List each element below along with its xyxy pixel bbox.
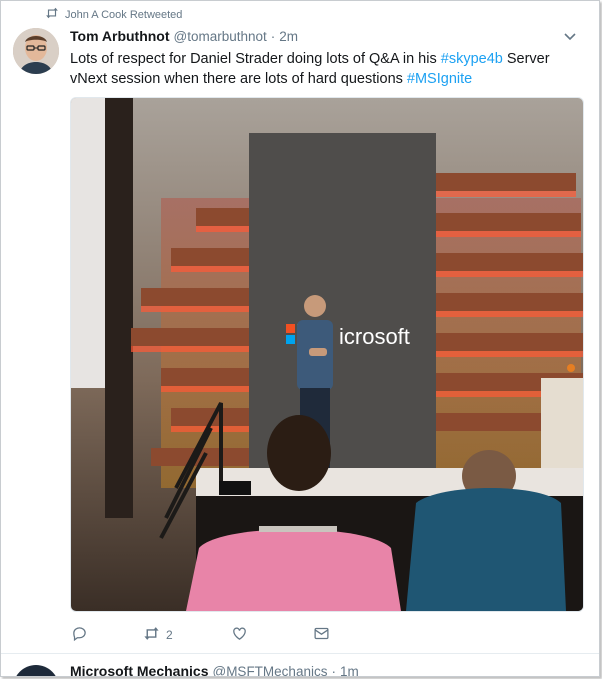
tweet-divider bbox=[1, 653, 599, 654]
envelope-icon[interactable] bbox=[313, 625, 330, 645]
separator: · bbox=[270, 29, 276, 44]
tweet-actions: 2 bbox=[71, 625, 330, 645]
next-tweet-avatar[interactable] bbox=[13, 665, 59, 676]
next-author-handle[interactable]: @MSFTMechanics bbox=[212, 664, 327, 676]
author-handle[interactable]: @tomarbuthnot bbox=[174, 29, 267, 44]
tweet-text-part: Lots of respect for Daniel Strader doing… bbox=[70, 51, 441, 67]
like-action[interactable] bbox=[231, 625, 313, 645]
tweet-timeline: John A Cook Retweeted Tom Arbuthnot @tom… bbox=[0, 0, 600, 677]
tweet-photo[interactable]: icrosoft bbox=[70, 97, 584, 612]
next-timestamp[interactable]: 1m bbox=[340, 664, 359, 676]
next-separator: · bbox=[331, 664, 336, 677]
next-author-name[interactable]: Microsoft Mechanics bbox=[70, 663, 208, 676]
chevron-down-icon[interactable] bbox=[563, 29, 577, 43]
hashtag-link[interactable]: #skype4b bbox=[441, 51, 503, 67]
avatar[interactable] bbox=[13, 28, 59, 74]
author-name[interactable]: Tom Arbuthnot bbox=[70, 28, 170, 44]
reply-action[interactable] bbox=[71, 625, 143, 645]
reply-icon[interactable] bbox=[71, 625, 88, 645]
hashtag-link[interactable]: #MSIgnite bbox=[407, 71, 472, 87]
tweet-text: Lots of respect for Daniel Strader doing… bbox=[70, 49, 585, 89]
message-action[interactable] bbox=[313, 625, 330, 645]
timestamp[interactable]: 2m bbox=[279, 29, 298, 44]
retweet-action[interactable]: 2 bbox=[143, 625, 231, 645]
retweet-context-label[interactable]: John A Cook Retweeted bbox=[65, 9, 182, 21]
retweet-icon bbox=[45, 7, 59, 22]
retweet-context: John A Cook Retweeted bbox=[45, 7, 182, 22]
photo-sign-text: icrosoft bbox=[339, 324, 410, 349]
heart-icon[interactable] bbox=[231, 625, 248, 645]
retweet-icon[interactable] bbox=[143, 625, 160, 645]
next-tweet-header: Microsoft Mechanics @MSFTMechanics · 1m bbox=[70, 663, 359, 677]
tweet-header: Tom Arbuthnot @tomarbuthnot · 2m bbox=[70, 28, 298, 44]
retweet-count: 2 bbox=[166, 628, 173, 642]
